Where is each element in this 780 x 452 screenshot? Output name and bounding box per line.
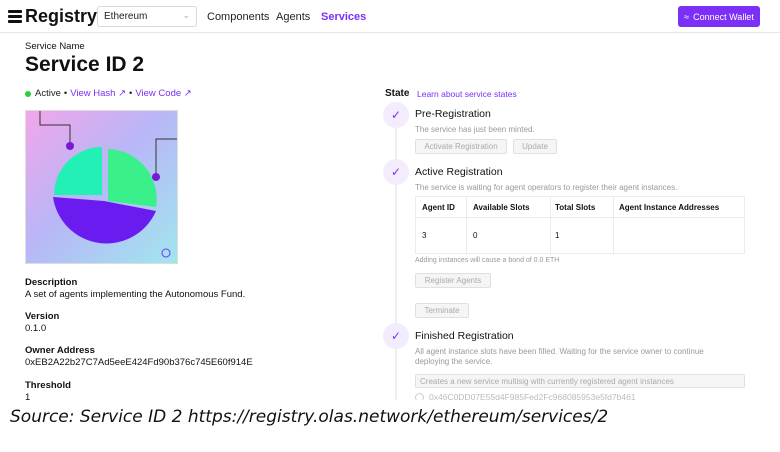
column-header-available-slots: Available Slots [473, 203, 530, 212]
description-label: Description [25, 277, 78, 288]
step-title-finished-registration: Finished Registration [415, 330, 514, 342]
owner-address-value: 0xEB2A22b27C7Ad5eeE424Fd90b376c745E60f91… [25, 357, 253, 368]
state-heading: State [385, 88, 410, 99]
version-label: Version [25, 311, 60, 322]
create-multisig-option[interactable]: Creates a new service multisig with curr… [415, 374, 745, 388]
column-divider [550, 197, 551, 255]
terminate-button[interactable]: Terminate [415, 303, 469, 318]
register-agents-button[interactable]: Register Agents [415, 273, 491, 288]
chain-select-value: Ethereum [104, 11, 148, 22]
step-check-icon: ✓ [383, 159, 409, 185]
column-header-total-slots: Total Slots [555, 203, 596, 212]
step-title-pre-registration: Pre-Registration [415, 108, 491, 120]
agent-id-link[interactable]: 3 [422, 231, 426, 240]
status-text: Active [35, 88, 61, 99]
registry-logo[interactable]: Registry [8, 6, 97, 27]
wallet-icon: ≈ [684, 11, 690, 22]
chain-select[interactable]: Ethereum ⌄ [97, 6, 197, 27]
steps-connector-line [395, 110, 397, 400]
threshold-label: Threshold [25, 380, 71, 391]
nav-components[interactable]: Components [207, 11, 269, 23]
top-bar: Registry Ethereum ⌄ Components Agents Se… [0, 0, 780, 33]
service-artwork [26, 111, 177, 263]
owner-address-label: Owner Address [25, 345, 95, 356]
bond-note: Adding instances will cause a bond of 0.… [415, 257, 560, 264]
nav-services[interactable]: Services [321, 11, 366, 23]
step-desc-active-registration: The service is waiting for agent operato… [415, 183, 678, 192]
step-check-icon: ✓ [383, 102, 409, 128]
update-button[interactable]: Update [513, 139, 557, 154]
step-check-icon: ✓ [383, 323, 409, 349]
page-title: Service ID 2 [25, 53, 145, 76]
connect-wallet-button[interactable]: ≈ Connect Wallet [678, 6, 760, 27]
nav-agents[interactable]: Agents [276, 11, 310, 23]
view-code-link[interactable]: View Code ↗ [135, 88, 191, 99]
registry-logo-icon [8, 10, 22, 23]
activate-registration-button[interactable]: Activate Registration [415, 139, 507, 154]
step-desc-finished-registration: All agent instance slots have been fille… [415, 347, 704, 366]
column-header-agent-instance-addresses: Agent Instance Addresses [619, 203, 720, 212]
chevron-down-icon: ⌄ [182, 10, 190, 20]
column-divider [466, 197, 467, 255]
connect-wallet-label: Connect Wallet [693, 11, 754, 22]
service-name-label: Service Name [25, 41, 85, 52]
status-dot [25, 90, 31, 97]
status-separator: • [63, 88, 68, 99]
version-value: 0.1.0 [25, 323, 47, 334]
step-desc-pre-registration: The service has just been minted. [415, 125, 535, 134]
status-row: Active • View Hash ↗ • View Code ↗ [25, 88, 192, 99]
total-slots-value: 1 [555, 231, 560, 240]
view-hash-link[interactable]: View Hash ↗ [70, 88, 126, 99]
step-title-active-registration: Active Registration [415, 166, 503, 178]
agent-table: Agent ID Available Slots Total Slots Age… [415, 196, 745, 255]
description-value: A set of agents implementing the Autonom… [25, 289, 246, 300]
service-image [25, 110, 178, 264]
logo-text: Registry [25, 6, 98, 26]
column-header-agent-id: Agent ID [422, 203, 455, 212]
learn-states-link[interactable]: Learn about service states [417, 89, 517, 99]
available-slots-value: 0 [473, 231, 478, 240]
column-divider [613, 197, 614, 255]
source-caption: Source: Service ID 2 https://registry.ol… [10, 407, 609, 427]
status-separator: • [129, 88, 133, 99]
